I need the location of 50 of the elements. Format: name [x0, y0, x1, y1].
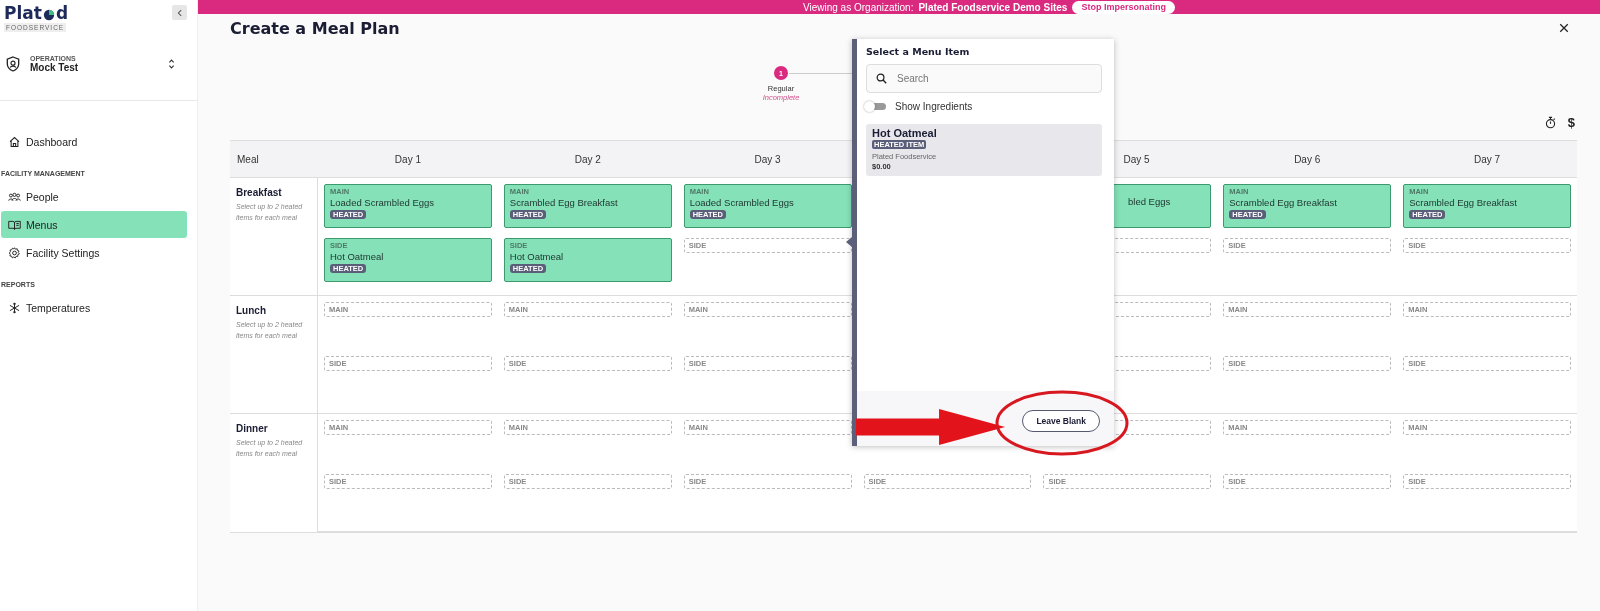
column-header: Day 1 [394, 153, 421, 165]
nav-item[interactable]: Temperatures [1, 294, 187, 321]
book-icon [8, 218, 21, 231]
search-field[interactable]: Search [866, 64, 1102, 93]
banner-organization: Plated Foodservice Demo Sites [918, 1, 1068, 13]
column-header: Meal [237, 153, 259, 165]
column-header: Day 5 [1123, 153, 1150, 165]
column-header: Day 7 [1474, 153, 1501, 165]
column-header: Day 6 [1294, 153, 1321, 165]
currency-button[interactable]: $ [1567, 114, 1575, 130]
nav-item[interactable]: Menus [1, 211, 187, 238]
collapse-button[interactable] [172, 5, 187, 20]
logo-text: d [55, 3, 69, 23]
timer-icon[interactable] [1544, 115, 1556, 129]
leave-blank-button[interactable]: Leave Blank [1022, 409, 1100, 432]
column-header: Day 2 [574, 153, 601, 165]
meal-name: Lunch [236, 305, 267, 316]
item-name: Scrambled Egg Breakfast [509, 196, 618, 209]
item-name: bled Eggs [1128, 194, 1171, 208]
item-name: Hot Oatmeal [509, 250, 564, 263]
chevron-left-icon [175, 8, 184, 17]
snowflake-icon [8, 301, 21, 314]
nav-item[interactable]: People [1, 183, 187, 210]
home-icon [8, 135, 21, 148]
item-name: Loaded Scrambled Eggs [330, 196, 435, 209]
column-header: Day 3 [754, 153, 781, 165]
item-name: Loaded Scrambled Eggs [689, 196, 794, 209]
meal-name: Dinner [236, 423, 269, 434]
nav-item[interactable]: Facility Settings [1, 239, 187, 266]
logo-text: Plat [4, 3, 42, 23]
nav-item[interactable]: Dashboard [1, 128, 187, 155]
toggle-switch[interactable] [866, 102, 886, 110]
org-name: Mock Test [30, 62, 80, 73]
item-name: Hot Oatmeal [330, 250, 384, 263]
chevron-updown-icon [168, 58, 175, 70]
page-title: Create a Meal Plan [230, 18, 400, 38]
item-name: Scrambled Egg Breakfast [1229, 196, 1337, 209]
item-name: Scrambled Egg Breakfast [1409, 196, 1517, 209]
shield-icon [6, 56, 20, 72]
close-icon[interactable] [1559, 23, 1569, 33]
stop-impersonating-button[interactable]: Stop Impersonating [1072, 0, 1175, 14]
settings-icon [8, 246, 21, 259]
people-icon [8, 190, 21, 203]
banner-text: Viewing as Organization: [803, 1, 914, 13]
popover-title: Select a Menu Item [866, 46, 971, 57]
search-icon [876, 73, 887, 84]
leaf-dot-icon [42, 9, 55, 21]
option-name: Hot Oatmeal [872, 127, 937, 139]
meal-name: Breakfast [236, 187, 283, 198]
toggle-label: Show Ingredients [895, 100, 973, 112]
